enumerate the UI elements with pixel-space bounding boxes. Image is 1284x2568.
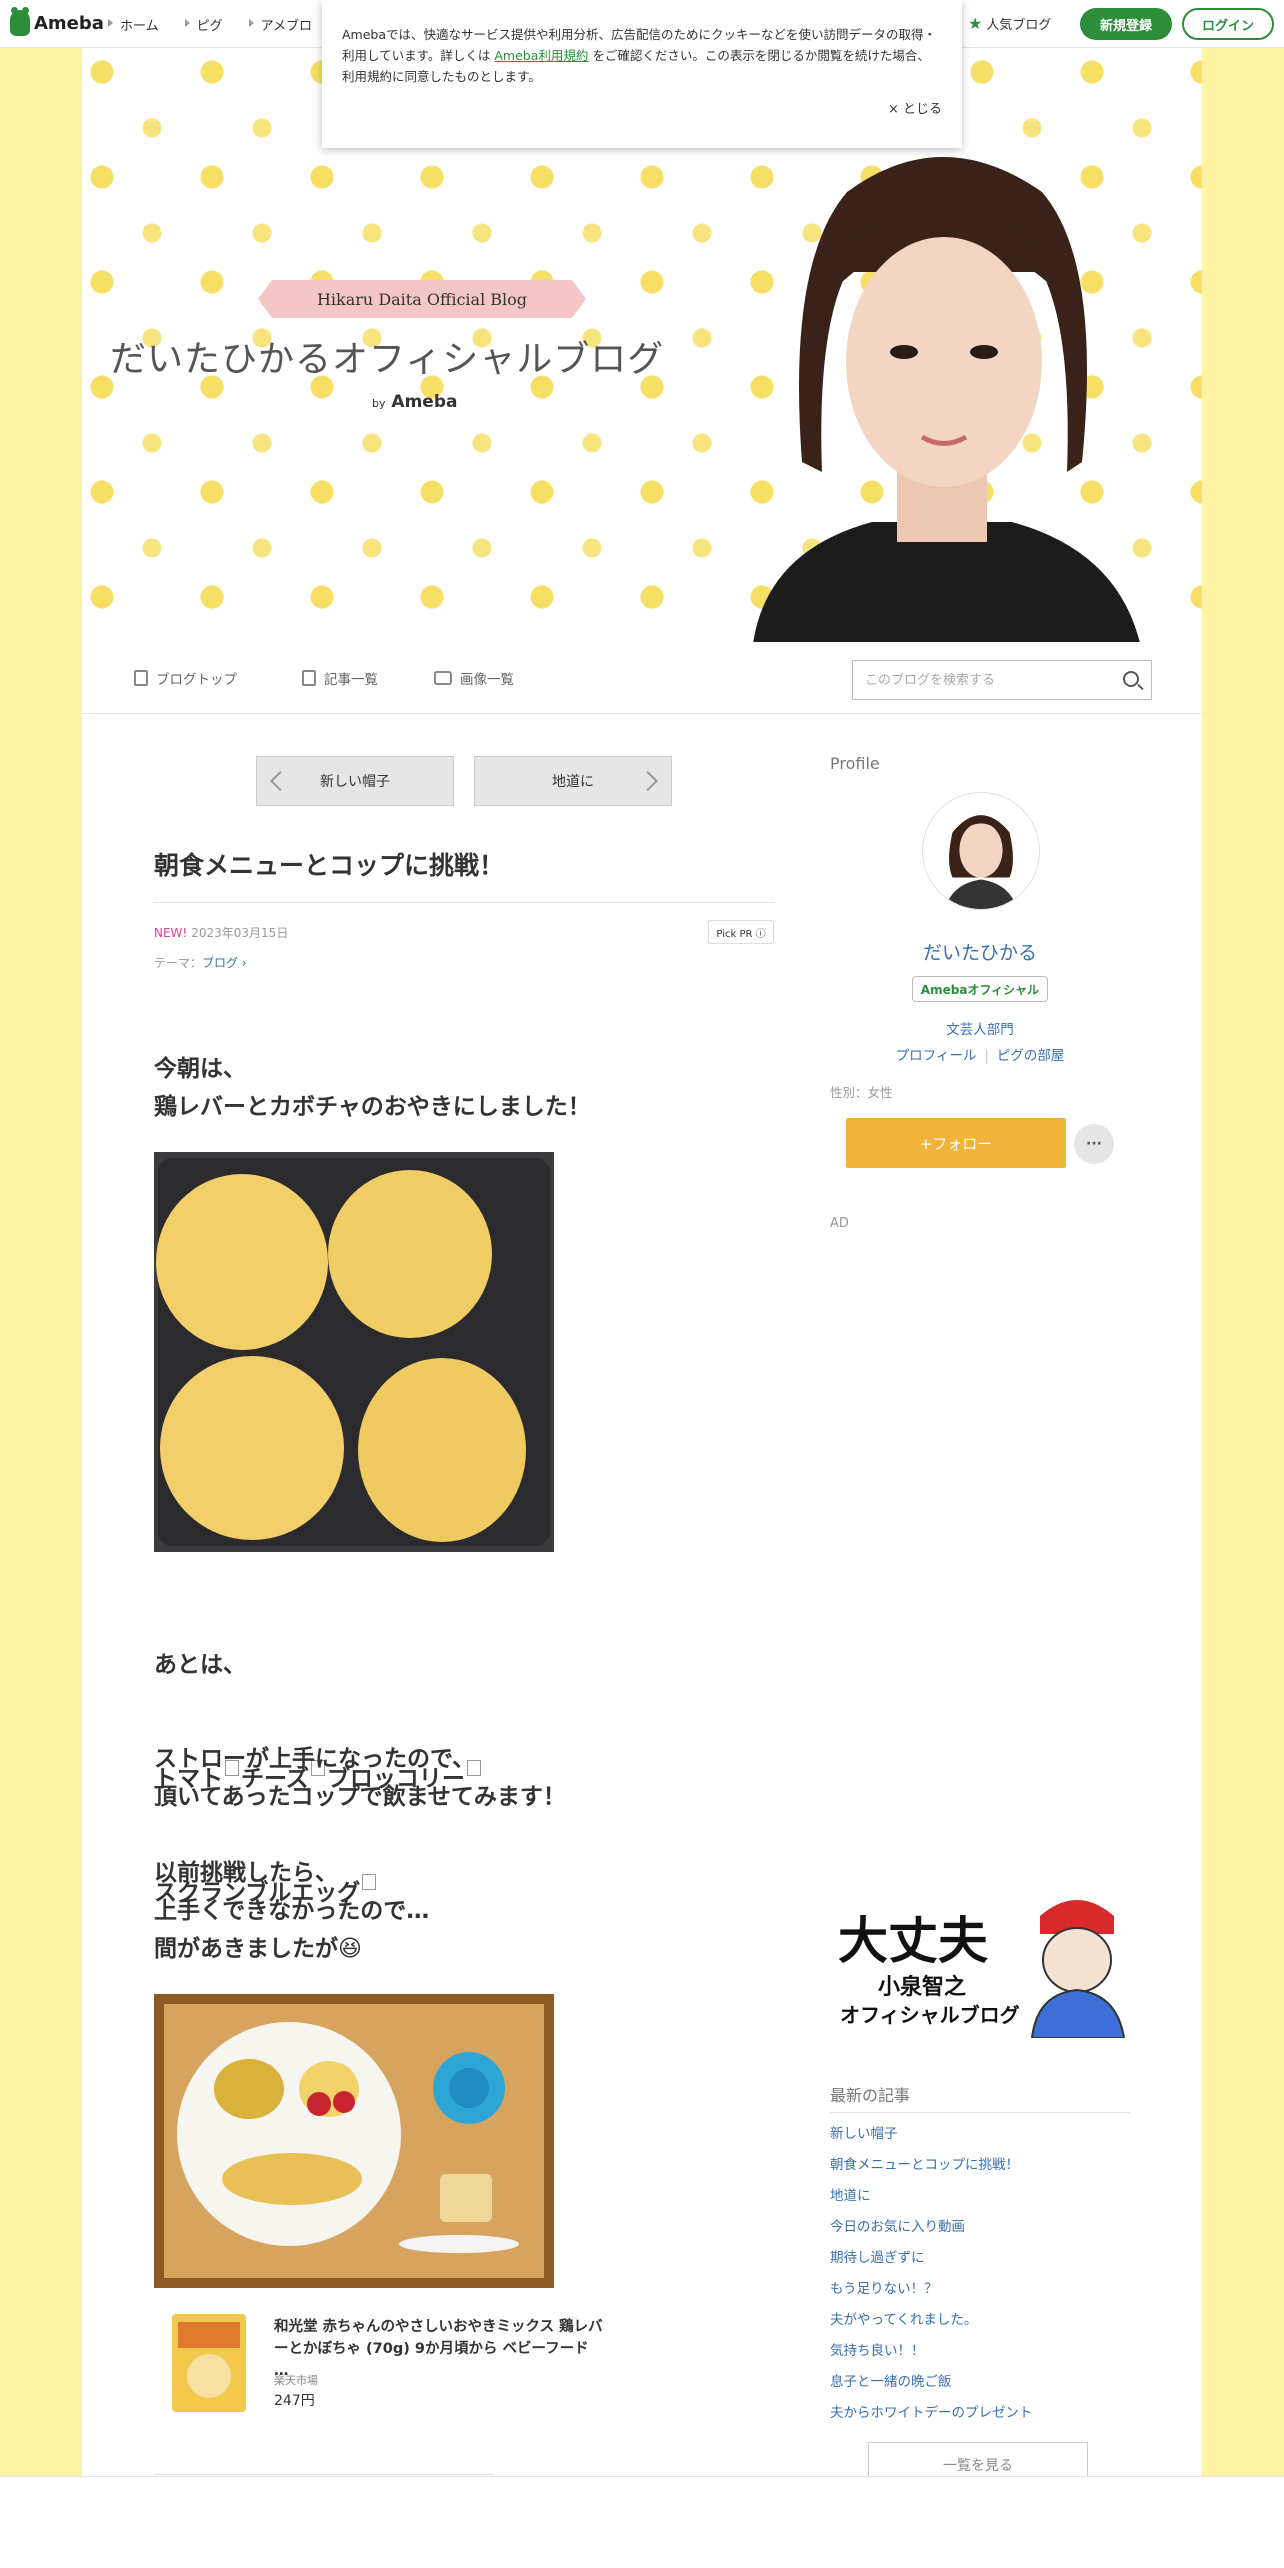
recent-article-link[interactable]: 期待し過ぎずに [830, 2248, 1130, 2279]
popular-blog-link[interactable]: ★ 人気ブログ [968, 14, 1051, 33]
product-thumbnail [172, 2314, 246, 2412]
official-badge: Amebaオフィシャル [912, 976, 1048, 1002]
product-name[interactable]: 和光堂 赤ちゃんのやさしいおやきミックス 鶏レバーとかぼちゃ (70g) 9か月… [274, 2316, 604, 2382]
recent-article-link[interactable]: 新しい帽子 [830, 2124, 1130, 2155]
terms-link[interactable]: Ameba利用規約 [494, 48, 588, 63]
svg-text:小泉智之: 小泉智之 [878, 1974, 966, 2000]
recent-articles-list: 新しい帽子 朝食メニューとコップに挑戦！ 地道に 今日のお気に入り動画 期待し過… [830, 2124, 1130, 2434]
pig-room-link[interactable]: ピグの部屋 [997, 1048, 1065, 1064]
blogger-portrait [753, 157, 1140, 642]
next-article-button[interactable]: 地道に [474, 756, 672, 806]
recent-article-link[interactable]: もう足りない！？ [830, 2279, 1130, 2310]
sidebar-ad-banner[interactable]: 大丈夫 小泉智之 オフィシャルブログ [832, 1886, 1132, 2038]
cookie-consent-banner: Amebaでは、快適なサービス提供や利用分析、広告配信のためにクッキーなどを使い… [322, 0, 962, 148]
chevron-right-icon [638, 771, 658, 791]
nav-ameblo[interactable]: アメブロ [248, 15, 312, 34]
product-card[interactable]: 和光堂 赤ちゃんのやさしいおやきミックス 鶏レバーとかぼちゃ (70g) 9か月… [172, 2314, 692, 2424]
camera-icon [434, 671, 452, 685]
profile-link[interactable]: プロフィール [896, 1048, 977, 1064]
cookie-close-button[interactable]: × とじる [888, 99, 942, 120]
recent-article-link[interactable]: 息子と一緒の晩ご飯 [830, 2372, 1130, 2403]
nav-home[interactable]: ホーム [108, 15, 159, 34]
ad-label: AD [830, 1216, 849, 1231]
search-icon[interactable] [1123, 671, 1139, 687]
divider [154, 2474, 494, 2475]
star-icon: ★ [968, 14, 983, 33]
chevron-left-icon [270, 771, 290, 791]
ameba-frog-icon [10, 7, 30, 36]
global-nav: ホーム ピグ アメブロ [108, 15, 312, 34]
recent-article-link[interactable]: 夫がやってくれました。 [830, 2310, 1130, 2341]
image-list-link[interactable]: 画像一覧 [434, 668, 514, 688]
article-paragraph-3: ストローが上手になったので、 頂いてあったコップで飲ませてみます！ [154, 1746, 566, 1810]
new-badge: NEW! [154, 926, 188, 940]
blog-top-link[interactable]: ブログトップ [134, 668, 237, 688]
recent-article-link[interactable]: 地道に [830, 2186, 1130, 2217]
recent-articles-heading: 最新の記事 [830, 2082, 1130, 2113]
svg-text:大丈夫: 大丈夫 [838, 1912, 989, 1970]
nav-pigg[interactable]: ピグ [184, 15, 223, 34]
blog-title: だいたひかるオフィシャルブログ [110, 339, 665, 380]
blog-search-box [852, 660, 1152, 700]
article-paragraph-4: 以前挑戦したら、 上手くできなかったので… 間があきましたが😆 [154, 1860, 430, 1962]
theme-link[interactable]: ブログ › [202, 956, 247, 970]
article-list-link[interactable]: 記事一覧 [302, 668, 378, 688]
cookie-text: Amebaでは、快適なサービス提供や利用分析、広告配信のためにクッキーなどを使い… [342, 27, 937, 84]
blog-subnav: ブログトップ 記事一覧 画像一覧 [82, 642, 1202, 714]
profile-avatar[interactable] [922, 792, 1040, 910]
gender-text: 性別：女性 [830, 1085, 893, 1100]
by-ameba-logo: by Ameba [372, 392, 458, 412]
article-date: 2023年03月15日 [191, 926, 289, 940]
profile-links: プロフィール | ピグの部屋 [895, 1048, 1065, 1064]
svg-text:オフィシャルブログ: オフィシャルブログ [840, 2003, 1020, 2027]
product-shop: 楽天市場 [274, 2374, 318, 2387]
recent-article-link[interactable]: 朝食メニューとコップに挑戦！ [830, 2155, 1130, 2186]
recent-article-link[interactable]: 気持ち良い！！ [830, 2341, 1130, 2372]
pick-pr-badge[interactable]: Pick PR ⓘ [708, 920, 774, 944]
article-theme: テーマ：ブログ › [154, 956, 247, 970]
article-meta: NEW! 2023年03月15日 [154, 924, 288, 941]
blog-ribbon: Hikaru Daita Official Blog [258, 280, 586, 318]
login-button[interactable]: ログイン [1182, 8, 1274, 40]
profile-name[interactable]: だいたひかる [830, 938, 1130, 965]
ameba-logo[interactable]: Ameba [10, 7, 104, 36]
blog-search-input[interactable] [853, 661, 1103, 699]
copy-icon [302, 670, 316, 686]
document-icon [134, 670, 148, 686]
genre-link[interactable]: 文芸人部門 [830, 1018, 1130, 1038]
recent-article-link[interactable]: 夫からホワイトデーのプレゼント [830, 2403, 1130, 2434]
main-content: ブログトップ 記事一覧 画像一覧 新しい帽子 地道に 朝食メニューとコップに挑戦… [82, 642, 1202, 2568]
article-title: 朝食メニューとコップに挑戦！ [154, 846, 774, 903]
more-options-button[interactable]: ··· [1074, 1124, 1114, 1164]
profile-heading: Profile [830, 754, 880, 773]
bottom-bar [0, 2476, 1284, 2568]
prev-article-button[interactable]: 新しい帽子 [256, 756, 454, 806]
signup-button[interactable]: 新規登録 [1080, 8, 1172, 40]
product-price: 247円 [274, 2393, 315, 2409]
oyaki-photo[interactable] [154, 1152, 554, 1552]
article-paragraph-1: 今朝は、 鶏レバーとカボチャのおやきにしました！ [154, 1056, 591, 1120]
follow-button[interactable]: +フォロー [846, 1118, 1066, 1168]
breakfast-tray-photo[interactable] [154, 1994, 554, 2288]
recent-article-link[interactable]: 今日のお気に入り動画 [830, 2217, 1130, 2248]
